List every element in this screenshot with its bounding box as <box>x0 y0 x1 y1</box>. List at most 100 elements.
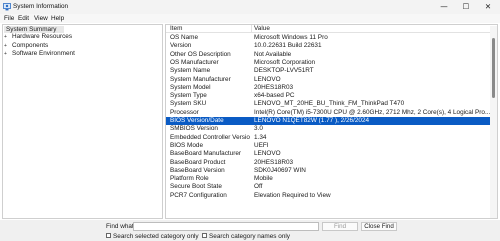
value-cell: 20HES18R03 <box>254 158 294 166</box>
table-row[interactable]: System Type x64-based PC <box>166 92 497 100</box>
item-cell: Embedded Controller Version <box>170 133 250 141</box>
tree-item-components[interactable]: + Components <box>4 42 48 50</box>
item-cell: System Type <box>170 92 207 100</box>
value-cell: 1.34 <box>254 133 267 141</box>
value-cell: LENOVO <box>254 75 281 83</box>
value-cell: Mobile <box>254 175 273 183</box>
value-cell: LENOVO N1QET82W (1.77 ), 2/26/2024 <box>254 117 370 124</box>
scrollbar-thumb[interactable] <box>492 38 495 98</box>
checkbox-box[interactable] <box>106 233 111 238</box>
search-category-names-checkbox[interactable]: Search category names only <box>202 233 290 241</box>
find-input[interactable] <box>133 222 319 231</box>
value-cell: Off <box>254 183 263 191</box>
table-row[interactable]: PCR7 Configuration Elevation Required to … <box>166 192 497 200</box>
checkbox-box[interactable] <box>202 233 207 238</box>
value-cell: LENOVO_MT_20HE_BU_Think_FM_ThinkPad T470 <box>254 100 405 108</box>
item-cell: Processor <box>170 108 199 116</box>
checkbox-label: Search selected category only <box>113 232 199 240</box>
column-header-item[interactable]: Item <box>170 25 250 33</box>
value-cell: DESKTOP-LVV51RT <box>254 67 314 75</box>
table-row-selected[interactable]: BIOS Version/Date LENOVO N1QET82W (1.77 )… <box>166 117 497 126</box>
table-header: Item Value <box>166 25 497 33</box>
item-cell: Other OS Description <box>170 50 231 58</box>
table-row[interactable]: SMBIOS Version 3.0 <box>166 125 497 133</box>
tree-item-hardware-resources[interactable]: + Hardware Resources <box>4 33 72 41</box>
value-cell: 10.0.22631 Build 22631 <box>254 42 322 50</box>
item-cell: System Name <box>170 67 211 75</box>
item-cell: PCR7 Configuration <box>170 191 227 199</box>
item-cell: Secure Boot State <box>170 183 222 191</box>
column-divider[interactable] <box>251 25 252 33</box>
table-row[interactable]: Other OS Description Not Available <box>166 51 497 59</box>
column-header-value[interactable]: Value <box>254 25 494 33</box>
details-table[interactable]: Item Value OS Name Microsoft Windows 11 P… <box>165 24 498 219</box>
vertical-scrollbar[interactable] <box>490 26 497 218</box>
table-row[interactable]: System Model 20HES18R03 <box>166 84 497 92</box>
table-row[interactable]: BaseBoard Manufacturer LENOVO <box>166 150 497 158</box>
table-row[interactable]: OS Manufacturer Microsoft Corporation <box>166 59 497 67</box>
value-cell: UEFI <box>254 141 269 149</box>
tree-item-label: Software Environment <box>12 50 75 57</box>
find-bar: Find what: Find Close Find Search select… <box>0 220 500 241</box>
category-tree[interactable]: System Summary + Hardware Resources + Comp… <box>2 24 163 219</box>
table-row[interactable]: BIOS Mode UEFI <box>166 142 497 150</box>
close-find-button[interactable]: Close Find <box>361 222 397 231</box>
tree-item-label: Hardware Resources <box>12 33 73 40</box>
table-row[interactable]: Platform Role Mobile <box>166 175 497 183</box>
value-cell: Elevation Required to View <box>254 191 331 199</box>
expand-icon[interactable]: + <box>4 33 12 41</box>
menu-edit[interactable]: Edit <box>18 14 29 23</box>
item-cell: BaseBoard Manufacturer <box>170 150 242 158</box>
menu-help[interactable]: Help <box>51 14 64 23</box>
value-cell: 20HES18R03 <box>254 83 294 91</box>
title-bar: System Information — ☐ ✕ <box>0 0 500 14</box>
table-row[interactable]: System Manufacturer LENOVO <box>166 76 497 84</box>
table-row[interactable]: System Name DESKTOP-LVV51RT <box>166 67 497 75</box>
item-cell: BIOS Version/Date <box>170 117 224 124</box>
find-button[interactable]: Find <box>322 222 358 231</box>
table-row[interactable]: BaseBoard Version SDK0J40697 WIN <box>166 167 497 175</box>
item-cell: OS Name <box>170 34 199 41</box>
expand-icon[interactable]: + <box>4 42 12 50</box>
table-row[interactable]: Secure Boot State Off <box>166 183 497 191</box>
value-cell: Microsoft Windows 11 Pro <box>254 34 328 41</box>
item-cell: BaseBoard Product <box>170 158 226 166</box>
table-row[interactable]: Processor Intel(R) Core(TM) i5-7300U CPU … <box>166 109 497 117</box>
value-cell: SDK0J40697 WIN <box>254 166 306 174</box>
value-cell: Not Available <box>254 50 292 58</box>
table-row[interactable]: Embedded Controller Version 1.34 <box>166 134 497 142</box>
system-information-icon <box>3 3 11 11</box>
tree-item-system-summary[interactable]: System Summary <box>4 26 64 33</box>
item-cell: OS Manufacturer <box>170 58 219 66</box>
maximize-button[interactable]: ☐ <box>455 0 477 14</box>
value-cell: x64-based PC <box>254 92 295 100</box>
table-row[interactable]: System SKU LENOVO_MT_20HE_BU_Think_FM_Thi… <box>166 100 497 108</box>
window-title: System Information <box>13 3 69 10</box>
item-cell: SMBIOS Version <box>170 125 218 133</box>
close-button[interactable]: ✕ <box>477 0 499 14</box>
expand-icon[interactable]: + <box>4 50 12 58</box>
table-row[interactable]: Version 10.0.22631 Build 22631 <box>166 42 497 50</box>
item-cell: System SKU <box>170 100 207 108</box>
item-cell: Version <box>170 42 192 50</box>
checkbox-label: Search category names only <box>209 232 290 240</box>
menu-view[interactable]: View <box>34 14 48 23</box>
value-cell: Microsoft Corporation <box>254 58 316 66</box>
find-label: Find what: <box>106 223 136 230</box>
table-row[interactable]: OS Name Microsoft Windows 11 Pro <box>166 34 497 42</box>
value-cell: Intel(R) Core(TM) i5-7300U CPU @ 2.60GHz… <box>254 108 491 116</box>
tree-item-label: Components <box>12 41 49 49</box>
menu-file[interactable]: File <box>4 14 14 23</box>
menu-bar: File Edit View Help <box>0 14 500 23</box>
value-cell: 3.0 <box>254 125 263 133</box>
minimize-button[interactable]: — <box>433 0 455 14</box>
item-cell: System Manufacturer <box>170 75 231 83</box>
search-selected-category-checkbox[interactable]: Search selected category only <box>106 233 199 241</box>
item-cell: BIOS Mode <box>170 141 204 149</box>
value-cell: LENOVO <box>254 150 281 158</box>
item-cell: System Model <box>170 83 211 91</box>
table-row[interactable]: BaseBoard Product 20HES18R03 <box>166 159 497 167</box>
item-cell: BaseBoard Version <box>170 166 225 174</box>
item-cell: Platform Role <box>170 175 209 183</box>
tree-item-software-environment[interactable]: + Software Environment <box>4 50 75 58</box>
